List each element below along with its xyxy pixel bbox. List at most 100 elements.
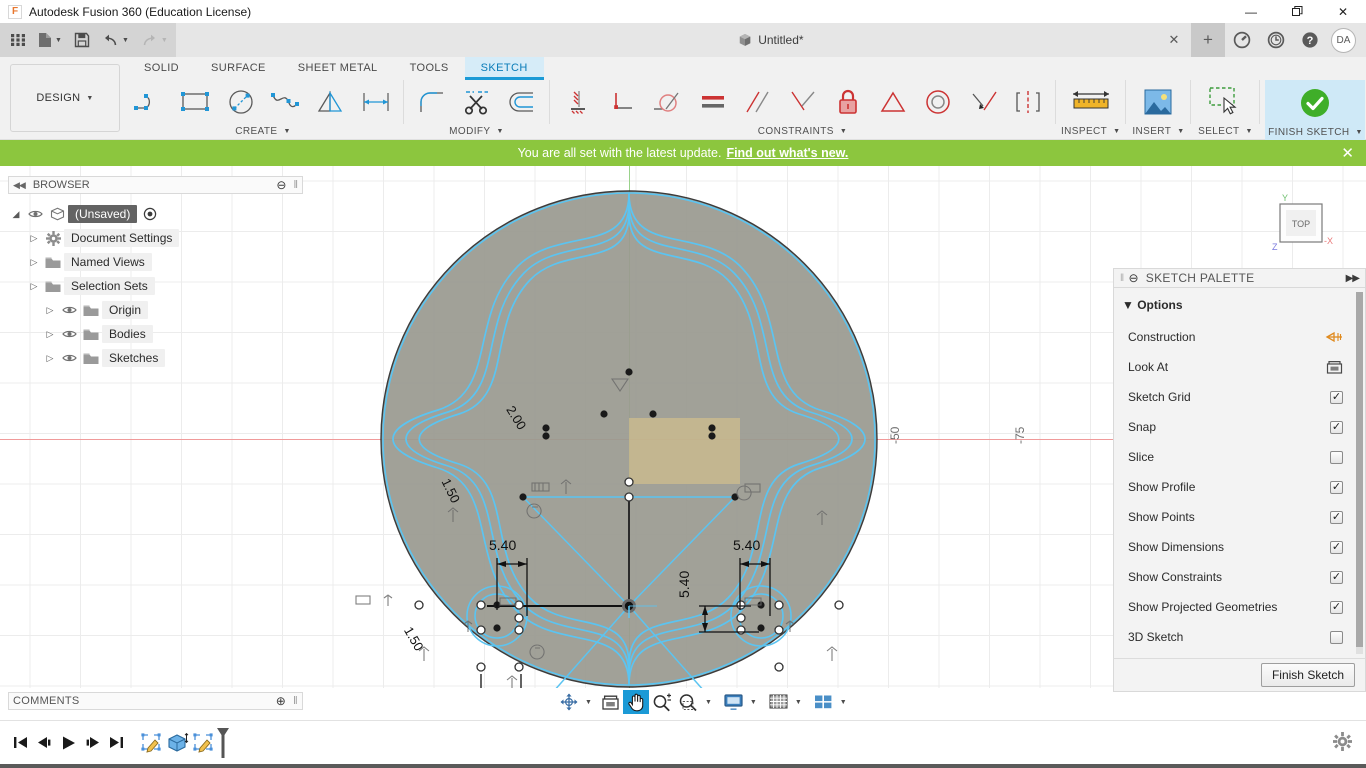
palette-expand-icon[interactable]: ▶▶ [1346,273,1360,284]
palette-option-construction[interactable]: Construction [1114,322,1365,352]
minimize-button[interactable]: — [1228,0,1274,23]
collinear-constraint-icon[interactable] [960,81,1005,123]
sketch-grid-checkbox[interactable]: ✓ [1330,390,1343,404]
app-grid-icon[interactable] [4,23,32,57]
expand-arrow-icon[interactable]: ◢ [8,209,24,220]
avatar[interactable]: DA [1331,27,1356,53]
tree-item-bodies[interactable]: ▷ Bodies [8,322,303,346]
dimension-value[interactable]: 5.40 [676,571,692,598]
dimension-value[interactable]: 5.40 [489,537,516,553]
panel-inspect-label[interactable]: INSPECT ▼ [1061,124,1120,138]
chevron-down-icon[interactable]: ▼ [795,699,802,706]
circle-tool-icon[interactable] [218,81,263,123]
comments-grip-icon[interactable]: ‖ [293,695,298,707]
timeline-go-to-end-button[interactable] [104,728,128,758]
expand-arrow-icon[interactable]: ▷ [42,305,58,316]
job-status-icon[interactable] [1225,23,1259,57]
chevron-down-icon[interactable]: ▼ [585,699,592,706]
palette-option-show-points[interactable]: Show Points ✓ [1114,502,1365,532]
tree-item-named-views[interactable]: ▷ Named Views [8,250,303,274]
chevron-down-icon[interactable]: ▼ [750,699,757,706]
look-at-icon[interactable] [1326,360,1343,374]
tree-item-document-settings[interactable]: ▷ Document Settings [8,226,303,250]
palette-option-look-at[interactable]: Look At [1114,352,1365,382]
orbit-button[interactable] [556,690,582,714]
finish-sketch-palette-button[interactable]: Finish Sketch [1260,663,1355,687]
slice-checkbox[interactable] [1330,450,1343,464]
horizontal-vertical-constraint-icon[interactable] [555,81,600,123]
concentric-constraint-icon[interactable] [915,81,960,123]
panel-modify-label[interactable]: MODIFY ▼ [449,124,504,138]
pan-button[interactable] [622,690,649,714]
parallel-constraint-icon[interactable] [735,81,780,123]
3d-sketch-checkbox[interactable] [1330,630,1343,644]
show-points-checkbox[interactable]: ✓ [1330,510,1343,524]
expand-arrow-icon[interactable]: ▷ [42,353,58,364]
tab-tools[interactable]: TOOLS [394,57,465,80]
timeline-step-forward-button[interactable] [80,728,104,758]
expand-arrow-icon[interactable]: ▷ [26,257,42,268]
timeline-feature-sketch[interactable] [138,728,164,758]
tab-close-button[interactable]: ✕ [1157,23,1191,57]
midpoint-constraint-icon[interactable] [870,81,915,123]
palette-option-show-projected-geometries[interactable]: Show Projected Geometries ✓ [1114,592,1365,622]
expand-arrow-icon[interactable]: ▷ [26,233,42,244]
construction-icon[interactable] [1325,330,1343,344]
new-tab-button[interactable]: + [1191,23,1225,57]
mirror-tool-icon[interactable] [308,81,353,123]
view-cube[interactable]: Y TOP Z -X [1272,190,1344,258]
chevron-down-icon[interactable]: ▼ [840,699,847,706]
browser-grip-icon[interactable]: ‖ [293,179,298,191]
close-button[interactable]: ✕ [1320,0,1366,23]
rectangle-tool-icon[interactable] [173,81,218,123]
viewports-button[interactable] [810,690,837,714]
select-window-icon[interactable] [1196,81,1254,123]
visibility-eye-icon[interactable] [24,209,46,219]
redo-button[interactable]: ▼ [135,23,174,57]
tree-item-sketches[interactable]: ▷ Sketches [8,346,303,370]
fix-unfix-constraint-icon[interactable] [825,81,870,123]
timeline-feature-sketch-2[interactable] [190,728,216,758]
save-button[interactable] [68,23,96,57]
panel-constraints-label[interactable]: CONSTRAINTS ▼ [758,124,847,138]
panel-create-label[interactable]: CREATE ▼ [235,124,291,138]
offset-tool-icon[interactable] [499,81,544,123]
chevron-down-icon[interactable]: ▼ [705,699,712,706]
coincident-constraint-icon[interactable] [600,81,645,123]
document-tab[interactable]: Untitled* [738,33,804,47]
timeline-marker[interactable] [214,726,232,760]
sketch-dimension-icon[interactable] [353,81,398,123]
measure-tool-icon[interactable] [1063,81,1119,123]
panel-select-label[interactable]: SELECT ▼ [1198,124,1253,138]
recent-icon[interactable] [1259,23,1293,57]
timeline-go-to-beginning-button[interactable] [8,728,32,758]
settings-gear-button[interactable] [1328,727,1356,755]
tangent-constraint-icon[interactable] [645,81,690,123]
timeline-play-button[interactable] [56,728,80,758]
perpendicular-constraint-icon[interactable] [780,81,825,123]
banner-close-button[interactable]: ✕ [1341,144,1354,162]
panel-insert-label[interactable]: INSERT ▼ [1132,124,1184,138]
trim-tool-icon[interactable] [454,81,499,123]
show-constraints-checkbox[interactable]: ✓ [1330,570,1343,584]
dimension-value[interactable]: 5.40 [733,537,760,553]
add-comment-button[interactable]: ⊕ [276,694,286,708]
palette-option-sketch-grid[interactable]: Sketch Grid ✓ [1114,382,1365,412]
banner-link[interactable]: Find out what's new. [726,146,848,160]
zoom-button[interactable] [649,690,675,714]
options-section-header[interactable]: ▼ Options [1114,296,1365,322]
tree-item-selection-sets[interactable]: ▷ Selection Sets [8,274,303,298]
spline-tool-icon[interactable] [263,81,308,123]
visibility-eye-icon[interactable] [58,305,80,315]
finish-sketch-button[interactable]: FINISH SKETCH ▼ [1265,80,1366,140]
tree-item-unsaved[interactable]: ◢ (Unsaved) [8,202,303,226]
palette-scrollbar[interactable] [1356,292,1363,654]
equal-constraint-icon[interactable] [690,81,735,123]
activate-radio-icon[interactable] [143,207,157,221]
show-profile-checkbox[interactable]: ✓ [1330,480,1343,494]
tab-surface[interactable]: SURFACE [195,57,282,80]
symmetry-constraint-icon[interactable] [1005,81,1050,123]
tab-sheet-metal[interactable]: SHEET METAL [282,57,394,80]
line-tool-icon[interactable] [128,81,173,123]
browser-minimize-icon[interactable]: ⊖ [276,178,286,192]
